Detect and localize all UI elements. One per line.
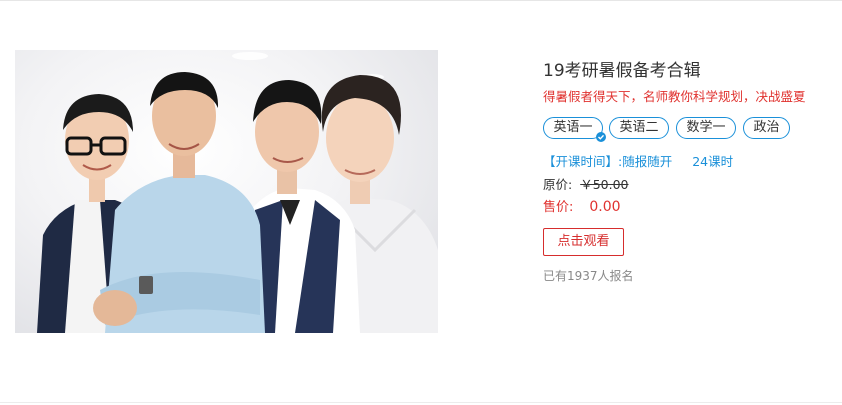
teachers-illustration	[37, 52, 438, 333]
course-subtitle: 得暑假者得天下，名师教你科学规划，决战盛夏	[543, 89, 806, 104]
teachers-photo[interactable]	[15, 50, 438, 333]
tag-label: 数学一	[686, 120, 726, 135]
tag-label: 英语二	[619, 120, 659, 135]
course-hours: 24课时	[692, 154, 734, 169]
schedule-label: 【开课时间】:	[543, 154, 623, 169]
original-price-label: 原价:	[543, 177, 573, 192]
course-title: 19考研暑假备考合辑	[543, 61, 701, 81]
tag-politics[interactable]: 政治	[743, 117, 790, 139]
watch-button[interactable]: 点击观看	[543, 228, 624, 256]
enrollment-count: 已有1937人报名	[543, 269, 634, 283]
tag-label: 英语一	[553, 120, 593, 135]
bottom-divider	[0, 402, 842, 403]
original-price-line: 原价: ￥50.00	[543, 174, 629, 193]
top-divider	[0, 0, 842, 1]
tag-math-1[interactable]: 数学一	[676, 117, 736, 139]
sale-price: 0.00	[589, 199, 621, 215]
tag-english-2[interactable]: 英语二	[609, 117, 669, 139]
original-price: ￥50.00	[580, 177, 629, 192]
subject-tags: 英语一 英语二 数学一 政治	[543, 117, 833, 142]
check-icon	[596, 132, 606, 142]
sale-price-label: 售价:	[543, 200, 574, 215]
schedule-line: 【开课时间】:随报随开 24课时	[543, 151, 733, 170]
tag-label: 政治	[753, 120, 780, 135]
tag-english-1[interactable]: 英语一	[543, 117, 606, 142]
schedule-value: 随报随开	[622, 154, 673, 169]
sale-price-line: 售价: 0.00	[543, 196, 621, 215]
